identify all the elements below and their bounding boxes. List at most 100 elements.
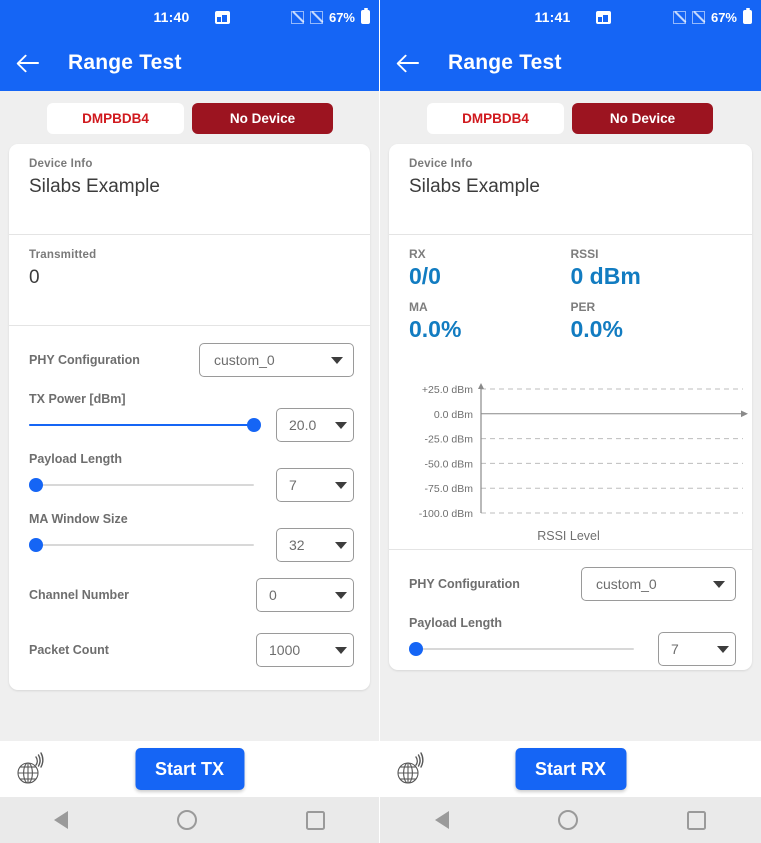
payload-length-slider[interactable] — [409, 639, 634, 659]
settings-section: PHY Configuration custom_0 TX Power [dBm… — [9, 325, 370, 690]
nav-home-icon[interactable] — [557, 810, 578, 830]
payload-length-slider[interactable] — [29, 475, 254, 495]
packet-count-row: Packet Count 1000 — [9, 621, 370, 676]
device-info-value: Silabs Example — [409, 176, 540, 197]
phy-configuration-row: PHY Configuration custom_0 — [9, 334, 370, 386]
payload-length-value: 7 — [289, 477, 297, 493]
tx-power-slider-thumb[interactable] — [247, 418, 261, 432]
nav-recents-icon[interactable] — [687, 810, 707, 830]
ma-window-size-label: MA Window Size — [29, 512, 128, 526]
transmitted-section: Transmitted 0 — [9, 234, 370, 325]
back-arrow-icon[interactable] — [396, 50, 422, 76]
payload-length-slider-track — [409, 647, 634, 651]
no-signal-icon — [290, 10, 304, 24]
globe-signal-icon — [392, 751, 432, 787]
status-bar-icons-right: 67% — [672, 7, 752, 25]
stat-per-label: PER — [570, 300, 596, 314]
svg-text:-25.0 dBm: -25.0 dBm — [425, 434, 474, 446]
stat-rssi-value: 0 dBm — [570, 263, 641, 289]
stats-grid: RX 0/0 RSSI 0 dBm MA 0.0% PER 0.0% — [389, 234, 752, 367]
tab-device-name[interactable]: DMPBDB4 — [427, 103, 564, 134]
svg-text:-75.0 dBm: -75.0 dBm — [425, 483, 474, 495]
nav-back-icon[interactable] — [434, 811, 449, 829]
svg-text:+25.0 dBm: +25.0 dBm — [422, 384, 473, 396]
packet-count-select[interactable]: 1000 — [256, 633, 354, 667]
stat-ma-label: MA — [409, 300, 428, 314]
ma-window-size-value: 32 — [289, 537, 305, 553]
device-tab-row: DMPBDB4 No Device — [0, 91, 379, 134]
phy-configuration-value: custom_0 — [596, 576, 657, 592]
channel-number-value: 0 — [269, 587, 277, 603]
battery-percent-label: 67% — [710, 9, 737, 25]
tx-power-label: TX Power [dBm] — [29, 392, 126, 406]
stat-rx-label: RX — [409, 247, 426, 261]
stat-rssi: RSSI 0 dBm — [571, 247, 733, 290]
phy-configuration-value: custom_0 — [214, 352, 275, 368]
battery-icon — [743, 7, 752, 24]
device-tab-row: DMPBDB4 No Device — [380, 91, 761, 134]
rssi-chart-section: +25.0 dBm 0.0 dBm -25.0 dBm -50.0 dBm -75.0 … — [389, 367, 752, 549]
nav-home-icon[interactable] — [176, 810, 197, 830]
image-icon — [596, 10, 611, 24]
phone-screen-rx: 11:41 67% Range Test DMPBDB4 No Device D… — [380, 0, 761, 843]
stat-per: PER 0.0% — [571, 300, 733, 343]
ma-window-size-slider[interactable] — [29, 535, 254, 555]
payload-length-slider-thumb[interactable] — [29, 478, 43, 492]
phy-configuration-select[interactable]: custom_0 — [199, 343, 354, 377]
stat-rssi-label: RSSI — [570, 247, 599, 261]
ma-window-size-slider-thumb[interactable] — [29, 538, 43, 552]
nav-recents-icon[interactable] — [305, 810, 325, 830]
tx-power-slider[interactable] — [29, 415, 261, 435]
phy-configuration-select[interactable]: custom_0 — [581, 567, 736, 601]
chevron-down-icon — [331, 356, 343, 364]
ma-window-size-row: MA Window Size 32 — [9, 506, 370, 566]
ma-window-size-select[interactable]: 32 — [276, 528, 354, 562]
chevron-down-icon — [335, 541, 347, 549]
stat-rx: RX 0/0 — [409, 247, 571, 290]
page-title: Range Test — [68, 50, 182, 74]
start-rx-button[interactable]: Start RX — [514, 748, 627, 790]
page-title: Range Test — [448, 50, 562, 74]
app-bar: Range Test — [0, 34, 379, 91]
payload-length-value: 7 — [671, 641, 679, 657]
payload-length-label: Payload Length — [409, 616, 503, 630]
phy-configuration-row: PHY Configuration custom_0 — [389, 558, 752, 610]
app-bar: Range Test — [380, 34, 761, 91]
no-signal-icon — [309, 10, 323, 24]
bottom-action-bar: Start RX — [380, 741, 761, 797]
tab-no-device[interactable]: No Device — [192, 103, 333, 134]
svg-text:-100.0 dBm: -100.0 dBm — [419, 508, 474, 520]
status-bar: 11:41 67% — [380, 0, 761, 34]
tab-device-name[interactable]: DMPBDB4 — [47, 103, 184, 134]
info-card: Device Info Silabs Example RX 0/0 RSSI 0… — [389, 144, 752, 670]
transmitted-value: 0 — [29, 267, 40, 288]
no-signal-icon — [672, 10, 686, 24]
settings-section: PHY Configuration custom_0 Payload Lengt… — [389, 549, 752, 670]
back-arrow-icon[interactable] — [16, 50, 42, 76]
transmitted-label: Transmitted — [29, 249, 97, 261]
nav-back-icon[interactable] — [54, 811, 69, 829]
screen-content: DMPBDB4 No Device Device Info Silabs Exa… — [380, 91, 761, 741]
stat-ma-value: 0.0% — [409, 316, 462, 342]
phy-configuration-label: PHY Configuration — [29, 353, 140, 367]
start-tx-button[interactable]: Start TX — [134, 748, 245, 790]
tx-power-slider-fill — [29, 423, 254, 427]
payload-length-select[interactable]: 7 — [658, 632, 736, 666]
device-info-label: Device Info — [29, 158, 93, 170]
tx-power-value: 20.0 — [289, 417, 317, 433]
packet-count-label: Packet Count — [29, 643, 109, 657]
stat-per-value: 0.0% — [570, 316, 623, 342]
payload-length-slider-thumb[interactable] — [409, 642, 423, 656]
battery-percent-label: 67% — [328, 9, 355, 25]
tx-power-select[interactable]: 20.0 — [276, 408, 354, 442]
chevron-down-icon — [335, 481, 347, 489]
payload-length-select[interactable]: 7 — [276, 468, 354, 502]
status-bar-icons-right: 67% — [290, 7, 370, 25]
stat-ma: MA 0.0% — [409, 300, 571, 343]
tx-power-row: TX Power [dBm] 20.0 — [9, 386, 370, 446]
channel-number-select[interactable]: 0 — [256, 578, 354, 612]
tab-no-device[interactable]: No Device — [572, 103, 713, 134]
payload-length-row: Payload Length 7 — [389, 610, 752, 670]
dual-screenshot-container: 11:40 67% Range Test DMPBDB4 No Device D… — [0, 0, 761, 843]
battery-icon — [361, 7, 370, 24]
